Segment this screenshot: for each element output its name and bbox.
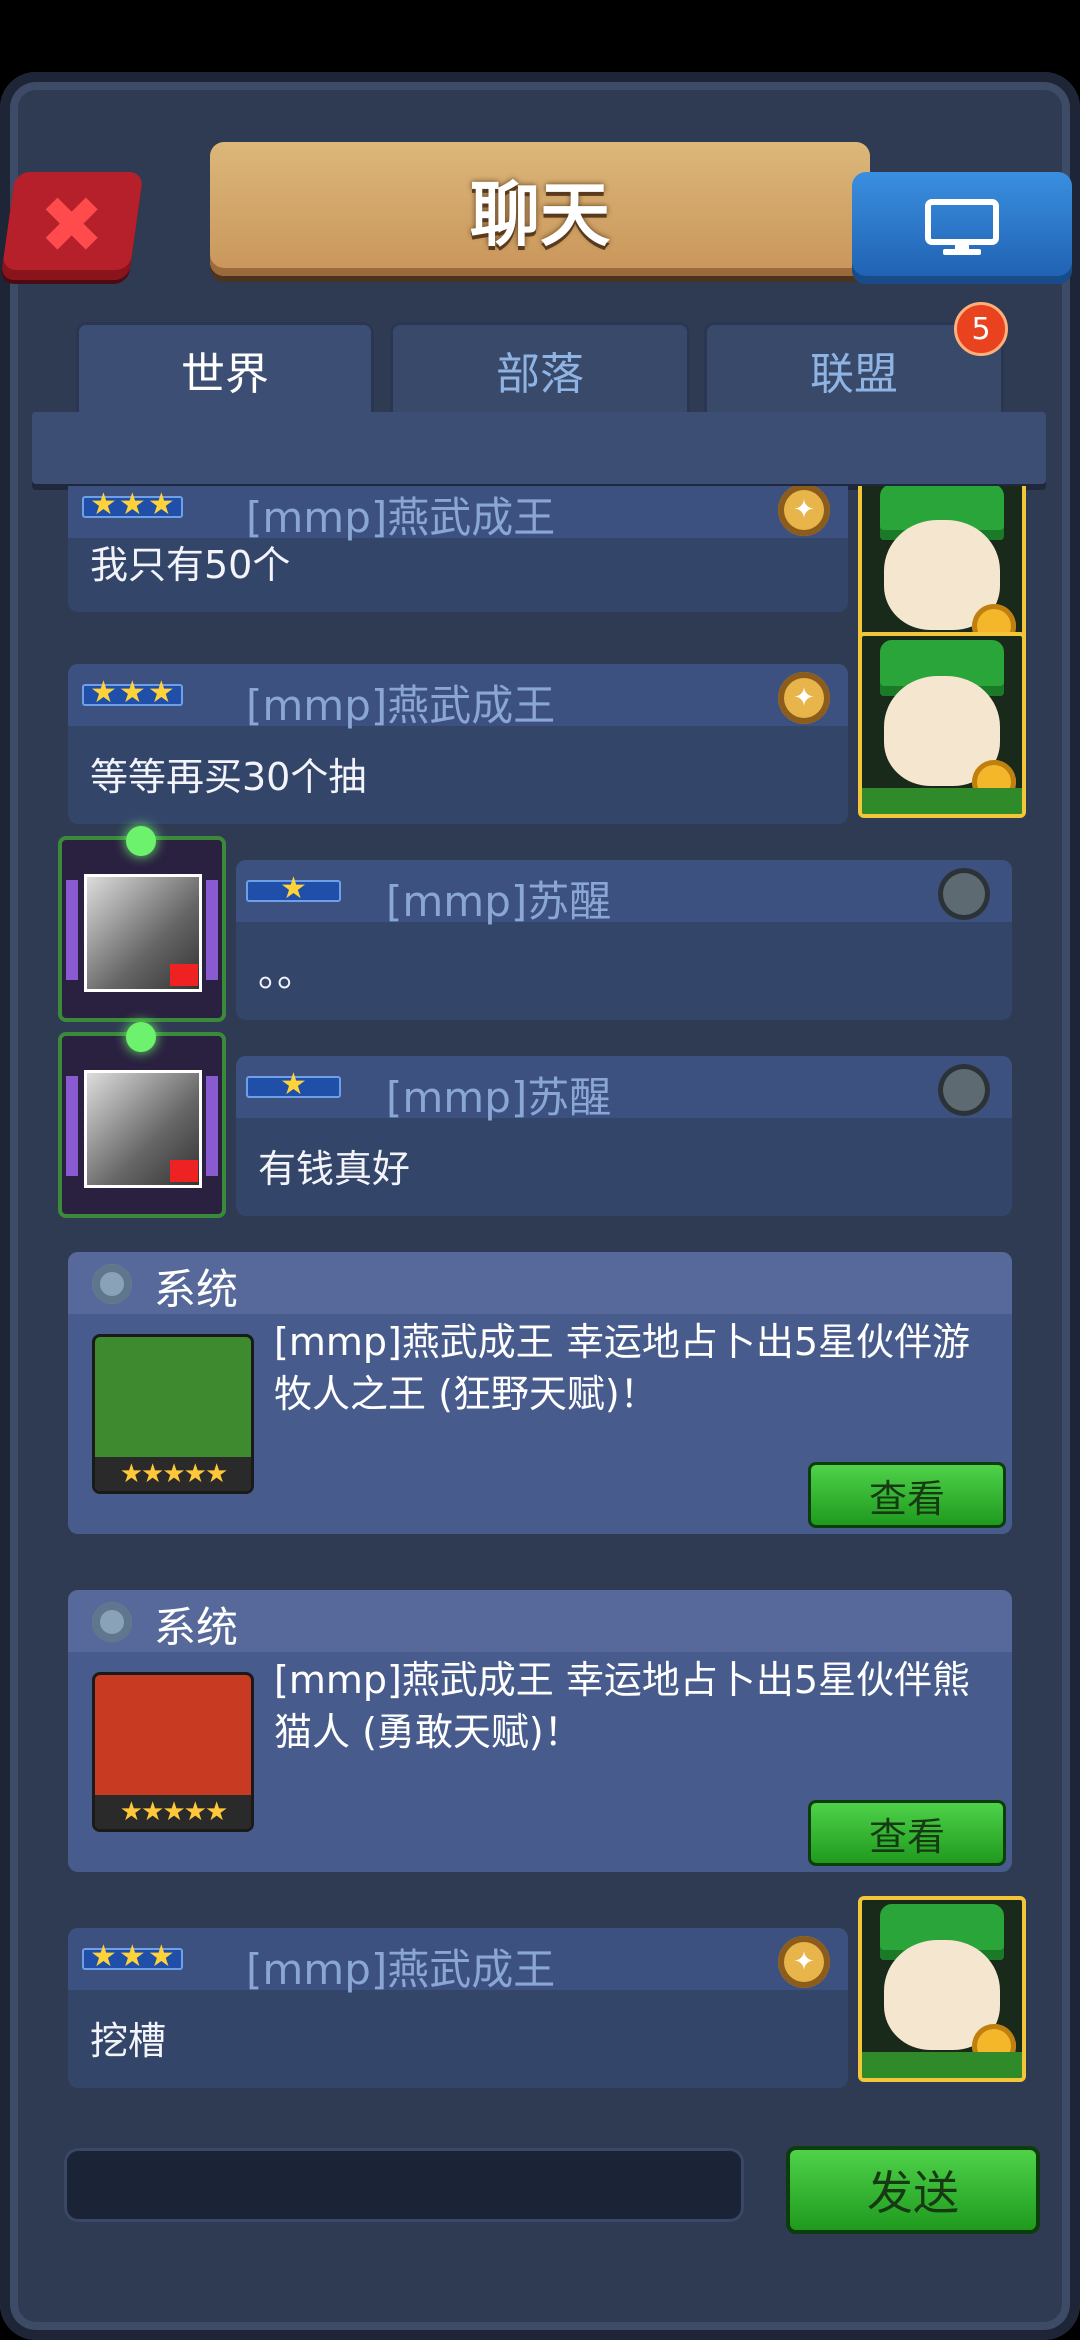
gear-icon — [92, 1602, 132, 1642]
tab-world[interactable]: 世界 — [76, 322, 374, 418]
hero-card[interactable]: ★★★★★ — [92, 1334, 254, 1494]
view-button[interactable]: 查看 — [808, 1800, 1006, 1866]
rank-stars: ★ — [246, 1070, 341, 1104]
guild-emblem-icon: ✦ — [778, 1936, 830, 1988]
system-title: 系统 — [154, 1603, 239, 1652]
avatar[interactable] — [58, 1022, 226, 1218]
message-text: 。。 — [258, 951, 316, 995]
soldier-icon — [938, 1064, 990, 1116]
monitor-button[interactable] — [852, 172, 1072, 284]
avatar[interactable] — [58, 826, 226, 1022]
sender-name: [mmp]燕武成王 — [246, 1945, 556, 1994]
avatar[interactable] — [858, 632, 1026, 818]
chat-message: ★ ★ ★ [mmp]燕武成王 ✦ 我只有50个 — [68, 486, 848, 612]
system-title: 系统 — [154, 1265, 239, 1314]
system-message: 系统 ★★★★★ [mmp]燕武成王 幸运地占卜出5星伙伴熊猫人 (勇敢天赋)！… — [68, 1590, 1012, 1872]
send-button[interactable]: 发送 — [786, 2146, 1040, 2234]
system-message: 系统 ★★★★★ [mmp]燕武成王 幸运地占卜出5星伙伴游牧人之王 (狂野天赋… — [68, 1252, 1012, 1534]
title-banner: 聊天 — [210, 142, 870, 276]
message-header — [236, 1056, 1012, 1118]
tab-strip — [32, 412, 1046, 484]
rank-stars: ★ ★ ★ — [82, 1942, 183, 1976]
chat-message: ★ ★ ★ [mmp]燕武成王 ✦ 等等再买30个抽 — [68, 664, 848, 824]
tab-label: 联盟 — [810, 349, 898, 400]
message-text: 等等再买30个抽 — [90, 755, 367, 799]
message-header — [236, 860, 1012, 922]
sender-name: [mmp]燕武成王 — [246, 493, 556, 542]
system-text: [mmp]燕武成王 幸运地占卜出5星伙伴游牧人之王 (狂野天赋)！ — [274, 1320, 971, 1416]
chat-message: ★ [mmp]苏醒 有钱真好 — [236, 1056, 1012, 1216]
chat-message: ★ [mmp]苏醒 。。 — [236, 860, 1012, 1020]
message-list[interactable]: ★ ★ ★ [mmp]燕武成王 ✦ 我只有50个 ★ ★ ★ [mmp]燕武成王 ✦ 等… — [44, 486, 1036, 2096]
sender-name: [mmp]燕武成王 — [246, 681, 556, 730]
page-title: 聊天 — [470, 173, 610, 256]
tab-label: 世界 — [181, 349, 269, 400]
close-button[interactable]: ✖ — [0, 172, 144, 280]
soldier-icon — [938, 868, 990, 920]
five-stars: ★★★★★ — [95, 1457, 251, 1491]
china-flag-icon — [170, 964, 198, 986]
rank-stars: ★ ★ ★ — [82, 678, 183, 712]
guild-emblem-icon: ✦ — [778, 486, 830, 536]
sender-name: [mmp]苏醒 — [386, 1073, 612, 1122]
rank-stars: ★ ★ ★ — [82, 490, 183, 524]
monitor-icon — [925, 199, 999, 255]
rank-stars: ★ — [246, 874, 341, 908]
system-text: [mmp]燕武成王 幸运地占卜出5星伙伴熊猫人 (勇敢天赋)！ — [274, 1658, 971, 1754]
five-stars: ★★★★★ — [95, 1795, 251, 1829]
view-button[interactable]: 查看 — [808, 1462, 1006, 1528]
chat-input[interactable] — [64, 2148, 744, 2222]
guild-emblem-icon: ✦ — [778, 672, 830, 724]
status-bar — [0, 0, 1080, 72]
china-flag-icon — [170, 1160, 198, 1182]
gear-icon — [92, 1264, 132, 1304]
notification-badge: 5 — [954, 302, 1008, 356]
message-text: 有钱真好 — [258, 1147, 411, 1191]
tab-tribe[interactable]: 部落 — [390, 322, 690, 418]
message-text: 我只有50个 — [90, 543, 291, 587]
avatar[interactable] — [858, 1896, 1026, 2082]
hero-card[interactable]: ★★★★★ — [92, 1672, 254, 1832]
chat-message: ★ ★ ★ [mmp]燕武成王 ✦ 挖槽 — [68, 1928, 848, 2088]
sender-name: [mmp]苏醒 — [386, 877, 612, 926]
message-text: 挖槽 — [90, 2019, 167, 2063]
tab-label: 部落 — [496, 349, 584, 400]
close-icon: ✖ — [39, 181, 105, 271]
